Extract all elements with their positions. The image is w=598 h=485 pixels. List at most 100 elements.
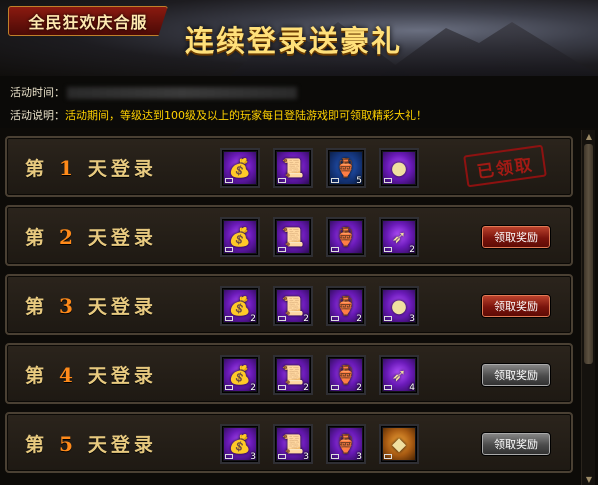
item-count: 2 bbox=[303, 383, 309, 393]
claim-reward-button[interactable]: 领取奖励 bbox=[481, 363, 551, 387]
reward-item-slot[interactable]: 🏺 bbox=[326, 217, 366, 257]
reward-item-slot[interactable]: ➶ 2 bbox=[379, 217, 419, 257]
item-count: 2 bbox=[409, 245, 415, 255]
claimed-stamp: 已领取 bbox=[463, 144, 547, 188]
bind-icon bbox=[225, 247, 233, 252]
day-prefix: 第 bbox=[25, 158, 49, 180]
reward-item-slot[interactable]: 📜 2 bbox=[273, 286, 313, 326]
item-count: 2 bbox=[303, 314, 309, 324]
reward-item-slot[interactable]: 💰 bbox=[220, 148, 260, 188]
event-info: 活动时间： 活动说明：活动期间，等级达到100级及以上的玩家每日登陆游戏即可领取… bbox=[0, 76, 598, 128]
bind-icon bbox=[331, 247, 339, 252]
bind-icon bbox=[384, 247, 392, 252]
reward-row: 第 5 天登录 💰 3 📜 3 🏺 3 ◆ 领取奖励 bbox=[5, 412, 573, 473]
event-time-label: 活动时间： bbox=[10, 86, 65, 99]
bind-icon bbox=[225, 385, 233, 390]
event-desc-text: 活动期间，等级达到100级及以上的玩家每日登陆游戏即可领取精彩大礼！ bbox=[65, 109, 427, 122]
bind-icon bbox=[278, 178, 286, 183]
event-tag: 全民狂欢庆合服 bbox=[8, 6, 168, 36]
bind-icon bbox=[225, 316, 233, 321]
item-count: 2 bbox=[356, 314, 362, 324]
reward-item-slot[interactable]: 🏺 5 bbox=[326, 148, 366, 188]
item-count: 4 bbox=[409, 383, 415, 393]
reward-row: 第 2 天登录 💰 📜 🏺 ➶ 2 领取奖励 bbox=[5, 205, 573, 266]
event-title: 连续登录送豪礼 bbox=[185, 24, 403, 58]
item-count: 5 bbox=[356, 176, 362, 186]
day-label: 第 4 天登录 bbox=[25, 361, 157, 388]
bind-icon bbox=[278, 247, 286, 252]
day-number: 2 bbox=[48, 225, 88, 249]
day-prefix: 第 bbox=[25, 365, 49, 387]
reward-item-slot[interactable]: 📜 3 bbox=[273, 424, 313, 464]
day-number: 4 bbox=[48, 363, 88, 387]
day-label: 第 5 天登录 bbox=[25, 430, 157, 457]
day-prefix: 第 bbox=[25, 434, 49, 456]
reward-list[interactable]: 第 1 天登录 💰 📜 🏺 5 ● 已领取第 2 天登录 💰 📜 🏺 ➶ 2 领取奖励第 3 天登录 💰 2… bbox=[0, 128, 598, 485]
reward-row: 第 1 天登录 💰 📜 🏺 5 ● 已领取 bbox=[5, 136, 573, 197]
scroll-down-icon[interactable]: ▼ bbox=[582, 473, 596, 485]
bind-icon bbox=[331, 178, 339, 183]
bind-icon bbox=[331, 454, 339, 459]
event-tag-label: 全民狂欢庆合服 bbox=[28, 13, 148, 32]
bind-icon bbox=[384, 385, 392, 390]
bind-icon bbox=[278, 454, 286, 459]
bind-icon bbox=[278, 385, 286, 390]
reward-item-slot[interactable]: 🏺 2 bbox=[326, 286, 366, 326]
scroll-thumb[interactable] bbox=[584, 144, 593, 364]
reward-item-slot[interactable]: 💰 2 bbox=[220, 286, 260, 326]
item-count: 2 bbox=[356, 383, 362, 393]
bind-icon bbox=[331, 385, 339, 390]
bind-icon bbox=[384, 316, 392, 321]
day-label: 第 3 天登录 bbox=[25, 292, 157, 319]
reward-item-slot[interactable]: 💰 bbox=[220, 217, 260, 257]
day-number: 3 bbox=[48, 294, 88, 318]
item-count: 2 bbox=[250, 314, 256, 324]
reward-item-slot[interactable]: ◆ bbox=[379, 424, 419, 464]
bind-icon bbox=[384, 454, 392, 459]
bind-icon bbox=[225, 178, 233, 183]
claim-reward-button[interactable]: 领取奖励 bbox=[481, 225, 551, 249]
reward-item-slot[interactable]: 📜 2 bbox=[273, 355, 313, 395]
bind-icon bbox=[225, 454, 233, 459]
bind-icon bbox=[331, 316, 339, 321]
day-label: 第 2 天登录 bbox=[25, 223, 157, 250]
scroll-up-icon[interactable]: ▲ bbox=[582, 130, 596, 142]
reward-item-slot[interactable]: 📜 bbox=[273, 148, 313, 188]
event-time-row: 活动时间： bbox=[10, 84, 297, 100]
day-suffix: 天登录 bbox=[87, 158, 157, 180]
day-number: 1 bbox=[48, 156, 88, 180]
day-suffix: 天登录 bbox=[87, 227, 157, 249]
item-count: 2 bbox=[250, 383, 256, 393]
reward-item-slot[interactable]: ● 3 bbox=[379, 286, 419, 326]
reward-item-slot[interactable]: 🏺 2 bbox=[326, 355, 366, 395]
event-time-redacted bbox=[67, 87, 297, 99]
reward-item-slot[interactable]: 🏺 3 bbox=[326, 424, 366, 464]
item-count: 3 bbox=[303, 452, 309, 462]
reward-item-slot[interactable]: ➶ 4 bbox=[379, 355, 419, 395]
reward-item-slot[interactable]: 💰 2 bbox=[220, 355, 260, 395]
day-suffix: 天登录 bbox=[87, 365, 157, 387]
item-count: 3 bbox=[250, 452, 256, 462]
bind-icon bbox=[278, 316, 286, 321]
day-suffix: 天登录 bbox=[87, 434, 157, 456]
event-banner: 全民狂欢庆合服 连续登录送豪礼 bbox=[0, 0, 598, 76]
item-count: 3 bbox=[356, 452, 362, 462]
reward-row: 第 3 天登录 💰 2 📜 2 🏺 2 ● 3 领取奖励 bbox=[5, 274, 573, 335]
day-number: 5 bbox=[48, 432, 88, 456]
banner-mountain bbox=[380, 22, 598, 76]
reward-item-slot[interactable]: ● bbox=[379, 148, 419, 188]
item-count: 3 bbox=[409, 314, 415, 324]
reward-list-scrollbar[interactable]: ▲ ▼ bbox=[581, 130, 595, 485]
bind-icon bbox=[384, 178, 392, 183]
claim-reward-button[interactable]: 领取奖励 bbox=[481, 294, 551, 318]
claim-reward-button[interactable]: 领取奖励 bbox=[481, 432, 551, 456]
day-label: 第 1 天登录 bbox=[25, 154, 157, 181]
reward-row: 第 4 天登录 💰 2 📜 2 🏺 2 ➶ 4 领取奖励 bbox=[5, 343, 573, 404]
event-desc-label: 活动说明： bbox=[10, 109, 65, 122]
day-prefix: 第 bbox=[25, 227, 49, 249]
day-prefix: 第 bbox=[25, 296, 49, 318]
reward-item-slot[interactable]: 💰 3 bbox=[220, 424, 260, 464]
event-desc-row: 活动说明：活动期间，等级达到100级及以上的玩家每日登陆游戏即可领取精彩大礼！ bbox=[10, 107, 427, 123]
day-suffix: 天登录 bbox=[87, 296, 157, 318]
reward-item-slot[interactable]: 📜 bbox=[273, 217, 313, 257]
